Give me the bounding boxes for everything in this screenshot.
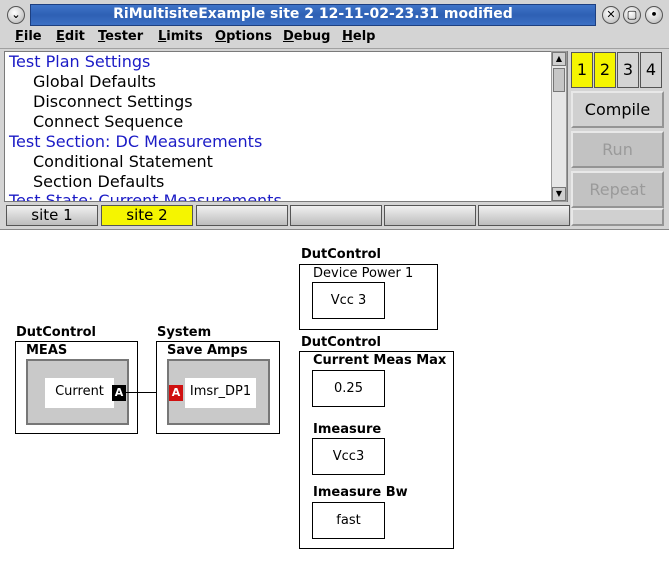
menu-help[interactable]: Help: [342, 29, 375, 44]
scroll-up-icon[interactable]: ▲: [552, 52, 566, 66]
blank-side-button[interactable]: [571, 208, 664, 226]
menu-bar: File Edit Tester Limits Options Debug He…: [0, 27, 669, 49]
tab-blank-4[interactable]: [290, 205, 382, 226]
tree-item-global-defaults[interactable]: Global Defaults: [33, 72, 156, 91]
scroll-down-icon[interactable]: ▼: [552, 187, 566, 201]
device-power-value[interactable]: Vcc 3: [312, 282, 385, 319]
tab-blank-6[interactable]: [478, 205, 570, 226]
tab-blank-3[interactable]: [196, 205, 288, 226]
tree-item-connect-sequence[interactable]: Connect Sequence: [33, 112, 183, 131]
tree-item-conditional-statement[interactable]: Conditional Statement: [33, 152, 213, 171]
diagram-canvas[interactable]: DutControl Device Power 1 Vcc 3 DutContr…: [0, 229, 669, 561]
menu-options[interactable]: Options: [215, 29, 272, 44]
device-power-title: Device Power 1: [313, 266, 414, 281]
minimize-icon[interactable]: •: [645, 6, 663, 24]
repeat-button[interactable]: Repeat: [571, 171, 664, 208]
scroll-thumb[interactable]: [553, 68, 565, 92]
tree-scrollbar[interactable]: ▲ ▼: [551, 51, 567, 202]
title-bar: ⌄ RiMultisiteExample site 2 12-11-02-23.…: [0, 0, 669, 30]
compile-button[interactable]: Compile: [571, 91, 664, 128]
save-amps-title: Save Amps: [167, 343, 248, 358]
imeasure-label: Imeasure: [313, 422, 382, 437]
tree-item-section-defaults[interactable]: Section Defaults: [33, 172, 164, 191]
device-power-group-label: DutControl: [301, 247, 381, 262]
tab-blank-5[interactable]: [384, 205, 476, 226]
tree-item-disconnect-settings[interactable]: Disconnect Settings: [33, 92, 193, 111]
meas-block[interactable]: MEAS Current A: [15, 341, 138, 434]
current-meas-group-label: DutControl: [301, 335, 381, 350]
tree-item-dc-measurements[interactable]: Test Section: DC Measurements: [9, 132, 262, 151]
current-meas-max-label: Current Meas Max: [313, 353, 447, 368]
tree-item-test-plan-settings[interactable]: Test Plan Settings: [9, 52, 150, 71]
imeasure-bw-value[interactable]: fast: [312, 502, 385, 539]
save-amps-input-port-badge[interactable]: A: [169, 385, 183, 401]
menu-file[interactable]: File: [15, 29, 42, 44]
menu-limits[interactable]: Limits: [158, 29, 203, 44]
window-menu-icon[interactable]: ⌄: [7, 6, 25, 24]
imeasure-bw-label: Imeasure Bw: [313, 485, 408, 500]
meas-title: MEAS: [26, 343, 68, 358]
meas-output-port-badge[interactable]: A: [112, 385, 126, 401]
maximize-icon[interactable]: ▢: [623, 6, 641, 24]
close-icon[interactable]: ✕: [602, 6, 620, 24]
device-power-block[interactable]: Device Power 1 Vcc 3: [299, 264, 438, 330]
site-select-2-button[interactable]: 2: [594, 52, 616, 88]
save-amps-group-label: System: [157, 325, 212, 340]
save-amps-block[interactable]: Save Amps A Imsr_DP1: [156, 341, 280, 434]
imeasure-value[interactable]: Vcc3: [312, 438, 385, 475]
menu-edit[interactable]: Edit: [56, 29, 85, 44]
tab-site-1[interactable]: site 1: [6, 205, 98, 226]
current-meas-max-value[interactable]: 0.25: [312, 370, 385, 407]
menu-tester[interactable]: Tester: [98, 29, 143, 44]
site-select-3-button[interactable]: 3: [617, 52, 639, 88]
meas-inner-panel: Current A: [26, 359, 129, 425]
tab-site-2[interactable]: site 2: [101, 205, 193, 226]
test-plan-tree[interactable]: Test Plan Settings Global Defaults Disco…: [4, 51, 568, 202]
run-button[interactable]: Run: [571, 131, 664, 168]
meas-group-label: DutControl: [16, 325, 96, 340]
site-select-4-button[interactable]: 4: [640, 52, 662, 88]
save-amps-value[interactable]: Imsr_DP1: [185, 378, 256, 408]
save-amps-inner-panel: A Imsr_DP1: [167, 359, 270, 425]
current-meas-block[interactable]: Current Meas Max 0.25 Imeasure Vcc3 Imea…: [299, 351, 454, 549]
tree-item-current-measurements[interactable]: Test State: Current Measurements: [9, 191, 282, 201]
site-select-1-button[interactable]: 1: [571, 52, 593, 88]
meas-value[interactable]: Current: [45, 378, 114, 408]
window-title: RiMultisiteExample site 2 12-11-02-23.31…: [113, 6, 513, 22]
menu-debug[interactable]: Debug: [283, 29, 330, 44]
